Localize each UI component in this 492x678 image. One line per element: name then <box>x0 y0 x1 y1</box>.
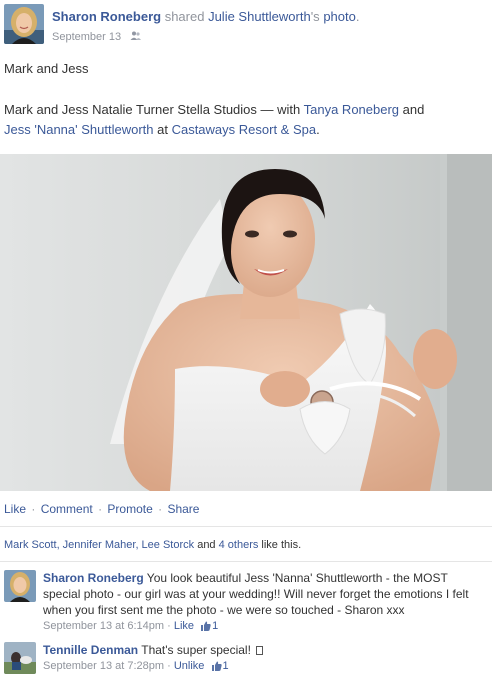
desc-end: . <box>316 122 320 137</box>
friends-icon[interactable] <box>130 30 142 44</box>
comment-item: Sharon Roneberg You look beautiful Jess … <box>4 570 488 638</box>
likes-summary: Mark Scott, Jennifer Maher, Lee Storck a… <box>4 538 301 552</box>
share-action[interactable]: Share <box>167 502 199 516</box>
comment-meta: September 13 at 7:28pm · Unlike 1 <box>43 659 483 675</box>
comment-text: That's super special! <box>138 643 255 657</box>
emoji-placeholder-icon <box>256 646 264 655</box>
promote-action[interactable]: Promote <box>107 502 152 516</box>
thumbs-up-icon[interactable] <box>211 661 222 675</box>
post-description: Mark and Jess Natalie Turner Stella Stud… <box>4 100 488 140</box>
comment-body: Tennille Denman That's super special! Se… <box>43 642 483 675</box>
author-avatar[interactable] <box>4 4 44 44</box>
comment-like-count[interactable]: 1 <box>212 620 218 632</box>
commenter-avatar[interactable] <box>4 570 36 602</box>
comment-time-link[interactable]: September 13 at 7:28pm <box>43 660 164 672</box>
place-link[interactable]: Castaways Resort & Spa <box>172 122 317 137</box>
divider <box>0 561 492 562</box>
comment-meta-separator: · <box>164 620 174 632</box>
comment-like-count[interactable]: 1 <box>223 660 229 672</box>
desc-and: and <box>399 102 425 117</box>
likes-suffix: like this. <box>258 539 302 551</box>
tag-jess-link[interactable]: Jess 'Nanna' Shuttleworth <box>4 122 154 137</box>
desc-prefix: Mark and Jess Natalie Turner Stella Stud… <box>4 102 304 117</box>
comment-time-link[interactable]: September 13 at 6:14pm <box>43 620 164 632</box>
divider <box>0 526 492 527</box>
tag-tanya-link[interactable]: Tanya Roneberg <box>304 102 399 117</box>
shared-verb: shared <box>164 9 205 24</box>
likes-and: and <box>194 539 219 551</box>
post-actions: Like · Comment · Promote · Share <box>4 501 199 517</box>
possessive-text: 's <box>310 9 320 24</box>
photo-link[interactable]: photo <box>323 9 356 24</box>
action-separator: · <box>98 502 103 516</box>
comment-meta: September 13 at 6:14pm · Like 1 <box>43 619 483 635</box>
commenter-avatar[interactable] <box>4 642 36 674</box>
post-meta: September 13 <box>52 30 142 44</box>
comment-action[interactable]: Comment <box>41 502 93 516</box>
header-period: . <box>355 9 360 24</box>
author-name-link[interactable]: Sharon Roneberg <box>52 9 161 24</box>
thumbs-up-icon[interactable] <box>200 621 211 635</box>
comment-meta-separator: · <box>164 660 174 672</box>
post-title: Mark and Jess <box>4 61 89 76</box>
comment-author-link[interactable]: Sharon Roneberg <box>43 571 144 585</box>
post-header: Sharon Roneberg shared Julie Shuttlewort… <box>4 4 488 46</box>
action-separator: · <box>31 502 36 516</box>
likes-others-link[interactable]: 4 others <box>219 539 259 551</box>
comment-unlike-action[interactable]: Unlike <box>174 660 205 672</box>
post-date-link[interactable]: September 13 <box>52 31 121 43</box>
comment-like-action[interactable]: Like <box>174 620 194 632</box>
desc-at: at <box>153 122 172 137</box>
post-photo[interactable] <box>0 154 492 491</box>
comment-author-link[interactable]: Tennille Denman <box>43 643 138 657</box>
comment-item: Tennille Denman That's super special! Se… <box>4 642 488 678</box>
post-author-line: Sharon Roneberg shared Julie Shuttlewort… <box>52 9 359 25</box>
shared-owner-link[interactable]: Julie Shuttleworth <box>208 9 311 24</box>
action-separator: · <box>158 502 163 516</box>
comment-body: Sharon Roneberg You look beautiful Jess … <box>43 570 483 635</box>
like-action[interactable]: Like <box>4 502 26 516</box>
likers-names-link[interactable]: Mark Scott, Jennifer Maher, Lee Storck <box>4 539 194 551</box>
